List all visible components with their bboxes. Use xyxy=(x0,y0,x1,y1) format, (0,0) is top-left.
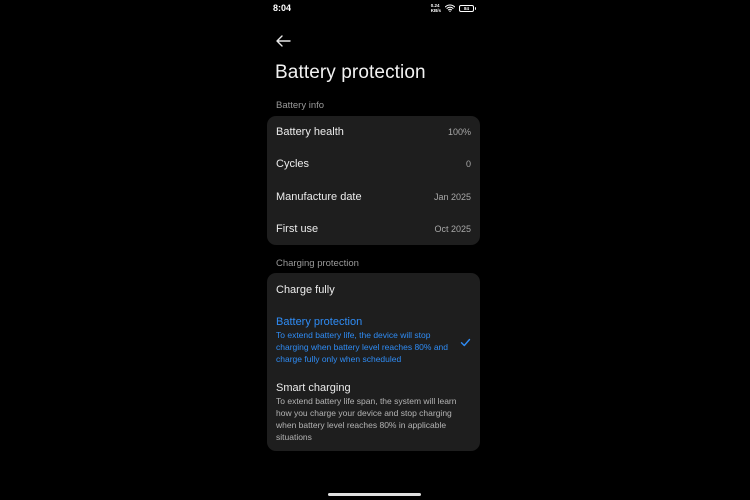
status-time: 8:04 xyxy=(273,3,292,13)
info-label: Cycles xyxy=(276,158,310,170)
option-title: Charge fully xyxy=(276,284,335,296)
info-row-first-use: First use Oct 2025 xyxy=(276,221,471,237)
battery-icon: 84 xyxy=(459,4,476,12)
option-battery-protection[interactable]: Battery protection To extend battery lif… xyxy=(276,315,471,365)
info-row-manufacture-date: Manufacture date Jan 2025 xyxy=(276,189,471,205)
page-title: Battery protection xyxy=(275,62,426,83)
network-speed-unit: KB/s xyxy=(430,8,441,13)
option-charge-fully[interactable]: Charge fully xyxy=(276,283,471,297)
info-label: First use xyxy=(276,223,319,235)
status-indicators: 0.24 KB/s 84 xyxy=(431,3,476,13)
battery-level: 84 xyxy=(463,5,469,11)
option-title: Smart charging xyxy=(276,382,351,394)
section-label-battery-info: Battery info xyxy=(276,100,325,111)
back-button[interactable] xyxy=(274,33,292,49)
option-title: Battery protection xyxy=(276,316,363,328)
check-icon xyxy=(460,338,471,347)
section-label-charging-protection: Charging protection xyxy=(276,258,359,269)
info-value: 0 xyxy=(465,159,471,169)
option-description: To extend battery life, the device will … xyxy=(276,330,448,364)
home-indicator[interactable] xyxy=(328,493,421,496)
wifi-icon xyxy=(445,4,455,12)
charging-protection-card: Charge fully Battery protection To exten… xyxy=(267,273,480,451)
battery-info-card: Battery health 100% Cycles 0 Manufacture… xyxy=(267,116,480,245)
network-speed: 0.24 KB/s xyxy=(431,3,441,13)
arrow-left-icon xyxy=(275,35,291,47)
info-row-battery-health: Battery health 100% xyxy=(276,124,471,140)
option-smart-charging[interactable]: Smart charging To extend battery life sp… xyxy=(276,381,471,443)
info-row-cycles: Cycles 0 xyxy=(276,156,471,172)
info-value: Jan 2025 xyxy=(433,192,471,202)
phone-screen: 8:04 0.24 KB/s 84 Battery protection Bat… xyxy=(262,0,488,500)
status-bar: 8:04 0.24 KB/s 84 xyxy=(262,0,488,16)
info-label: Manufacture date xyxy=(276,191,362,203)
info-label: Battery health xyxy=(276,126,344,138)
option-description: To extend battery life span, the system … xyxy=(276,396,457,442)
info-value: Oct 2025 xyxy=(434,224,471,234)
info-value: 100% xyxy=(447,127,471,137)
